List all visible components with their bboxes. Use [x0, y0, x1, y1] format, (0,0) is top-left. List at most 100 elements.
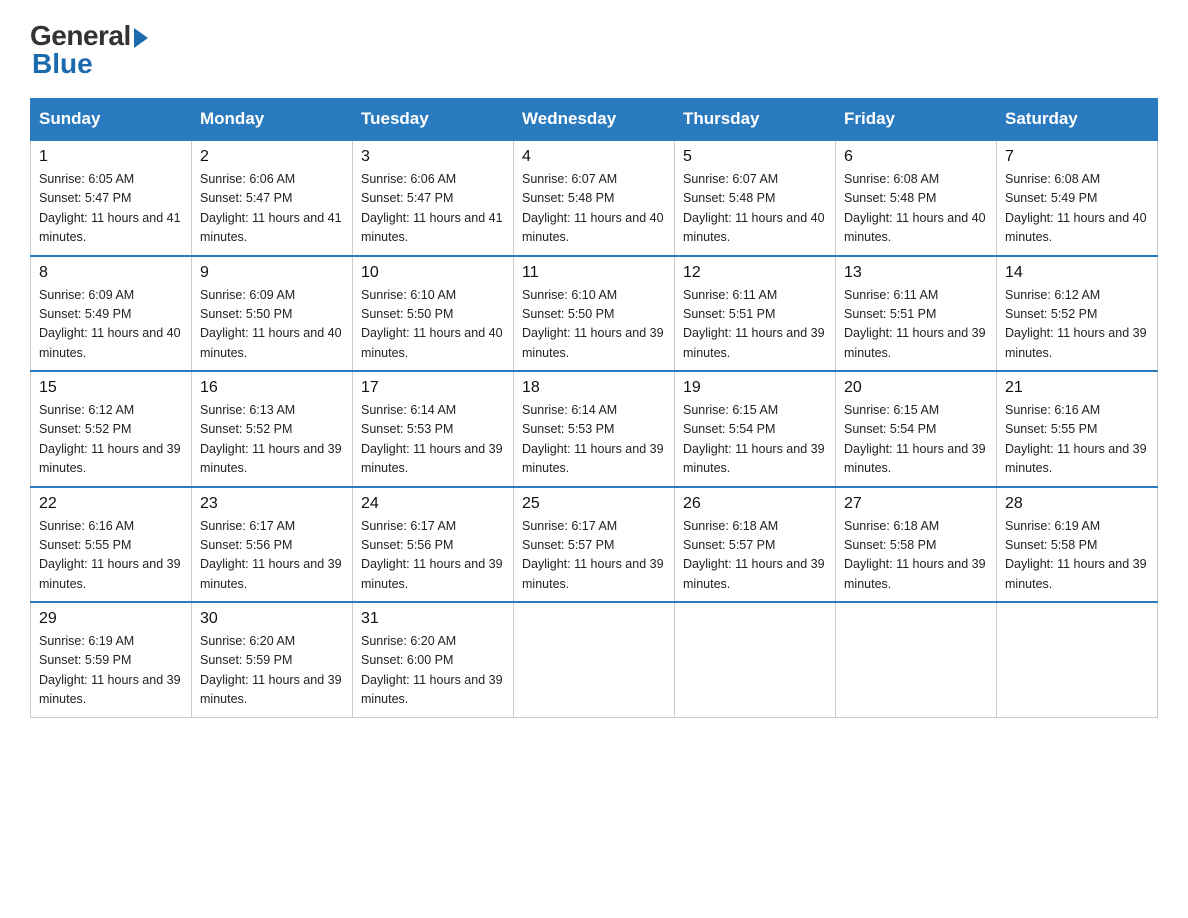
- day-info: Sunrise: 6:06 AMSunset: 5:47 PMDaylight:…: [200, 170, 344, 248]
- calendar-cell: 28 Sunrise: 6:19 AMSunset: 5:58 PMDayligh…: [997, 487, 1158, 603]
- day-info: Sunrise: 6:16 AMSunset: 5:55 PMDaylight:…: [1005, 401, 1149, 479]
- calendar-cell: [997, 602, 1158, 717]
- calendar-cell: 24Sunrise: 6:17 AMSunset: 5:56 PMDayligh…: [353, 487, 514, 603]
- calendar-cell: 12 Sunrise: 6:11 AMSunset: 5:51 PMDayligh…: [675, 256, 836, 372]
- calendar-cell: 5 Sunrise: 6:07 AMSunset: 5:48 PMDaylight…: [675, 140, 836, 256]
- day-info: Sunrise: 6:20 AMSunset: 6:00 PMDaylight:…: [361, 632, 505, 710]
- day-number: 27: [844, 495, 988, 513]
- calendar-cell: 26Sunrise: 6:18 AMSunset: 5:57 PMDayligh…: [675, 487, 836, 603]
- calendar-header-tuesday: Tuesday: [353, 99, 514, 141]
- day-info: Sunrise: 6:17 AMSunset: 5:57 PMDaylight:…: [522, 517, 666, 595]
- day-number: 30: [200, 610, 344, 628]
- day-info: Sunrise: 6:18 AMSunset: 5:58 PMDaylight:…: [844, 517, 988, 595]
- day-info: Sunrise: 6:08 AMSunset: 5:48 PMDaylight:…: [844, 170, 988, 248]
- day-info: Sunrise: 6:11 AMSunset: 5:51 PMDaylight:…: [844, 286, 988, 364]
- calendar-cell: 16Sunrise: 6:13 AMSunset: 5:52 PMDayligh…: [192, 371, 353, 487]
- day-info: Sunrise: 6:17 AMSunset: 5:56 PMDaylight:…: [200, 517, 344, 595]
- day-info: Sunrise: 6:08 AMSunset: 5:49 PMDaylight:…: [1005, 170, 1149, 248]
- calendar-cell: 18Sunrise: 6:14 AMSunset: 5:53 PMDayligh…: [514, 371, 675, 487]
- day-number: 31: [361, 610, 505, 628]
- day-number: 12: [683, 264, 827, 282]
- day-number: 19: [683, 379, 827, 397]
- calendar-header-friday: Friday: [836, 99, 997, 141]
- calendar-cell: 27 Sunrise: 6:18 AMSunset: 5:58 PMDayligh…: [836, 487, 997, 603]
- calendar-table: SundayMondayTuesdayWednesdayThursdayFrid…: [30, 98, 1158, 718]
- day-info: Sunrise: 6:12 AMSunset: 5:52 PMDaylight:…: [39, 401, 183, 479]
- day-number: 7: [1005, 148, 1149, 166]
- day-info: Sunrise: 6:06 AMSunset: 5:47 PMDaylight:…: [361, 170, 505, 248]
- day-number: 5: [683, 148, 827, 166]
- day-number: 23: [200, 495, 344, 513]
- day-number: 6: [844, 148, 988, 166]
- day-info: Sunrise: 6:07 AMSunset: 5:48 PMDaylight:…: [522, 170, 666, 248]
- calendar-header-saturday: Saturday: [997, 99, 1158, 141]
- day-info: Sunrise: 6:09 AMSunset: 5:49 PMDaylight:…: [39, 286, 183, 364]
- day-number: 3: [361, 148, 505, 166]
- day-number: 15: [39, 379, 183, 397]
- calendar-cell: 1Sunrise: 6:05 AMSunset: 5:47 PMDaylight…: [31, 140, 192, 256]
- calendar-cell: 30 Sunrise: 6:20 AMSunset: 5:59 PMDayligh…: [192, 602, 353, 717]
- calendar-cell: 21 Sunrise: 6:16 AMSunset: 5:55 PMDayligh…: [997, 371, 1158, 487]
- calendar-cell: 29 Sunrise: 6:19 AMSunset: 5:59 PMDayligh…: [31, 602, 192, 717]
- calendar-header-monday: Monday: [192, 99, 353, 141]
- calendar-header-thursday: Thursday: [675, 99, 836, 141]
- logo-arrow-icon: [134, 28, 148, 48]
- day-info: Sunrise: 6:15 AMSunset: 5:54 PMDaylight:…: [683, 401, 827, 479]
- day-number: 8: [39, 264, 183, 282]
- calendar-cell: 6 Sunrise: 6:08 AMSunset: 5:48 PMDaylight…: [836, 140, 997, 256]
- calendar-cell: 14Sunrise: 6:12 AMSunset: 5:52 PMDayligh…: [997, 256, 1158, 372]
- day-number: 2: [200, 148, 344, 166]
- calendar-cell: 19 Sunrise: 6:15 AMSunset: 5:54 PMDayligh…: [675, 371, 836, 487]
- calendar-cell: 23 Sunrise: 6:17 AMSunset: 5:56 PMDayligh…: [192, 487, 353, 603]
- calendar-week-row: 15 Sunrise: 6:12 AMSunset: 5:52 PMDayligh…: [31, 371, 1158, 487]
- day-info: Sunrise: 6:19 AMSunset: 5:58 PMDaylight:…: [1005, 517, 1149, 595]
- calendar-cell: 4 Sunrise: 6:07 AMSunset: 5:48 PMDaylight…: [514, 140, 675, 256]
- day-number: 4: [522, 148, 666, 166]
- day-info: Sunrise: 6:20 AMSunset: 5:59 PMDaylight:…: [200, 632, 344, 710]
- day-number: 14: [1005, 264, 1149, 282]
- day-number: 29: [39, 610, 183, 628]
- day-number: 9: [200, 264, 344, 282]
- calendar-cell: 20Sunrise: 6:15 AMSunset: 5:54 PMDayligh…: [836, 371, 997, 487]
- day-info: Sunrise: 6:11 AMSunset: 5:51 PMDaylight:…: [683, 286, 827, 364]
- calendar-cell: [836, 602, 997, 717]
- calendar-cell: [675, 602, 836, 717]
- day-info: Sunrise: 6:10 AMSunset: 5:50 PMDaylight:…: [361, 286, 505, 364]
- day-number: 25: [522, 495, 666, 513]
- calendar-header-sunday: Sunday: [31, 99, 192, 141]
- calendar-cell: 10 Sunrise: 6:10 AMSunset: 5:50 PMDayligh…: [353, 256, 514, 372]
- page-header: General Blue: [30, 20, 1158, 80]
- day-info: Sunrise: 6:15 AMSunset: 5:54 PMDaylight:…: [844, 401, 988, 479]
- calendar-week-row: 1Sunrise: 6:05 AMSunset: 5:47 PMDaylight…: [31, 140, 1158, 256]
- calendar-week-row: 22Sunrise: 6:16 AMSunset: 5:55 PMDayligh…: [31, 487, 1158, 603]
- calendar-cell: 25 Sunrise: 6:17 AMSunset: 5:57 PMDayligh…: [514, 487, 675, 603]
- day-number: 28: [1005, 495, 1149, 513]
- day-number: 1: [39, 148, 183, 166]
- day-info: Sunrise: 6:17 AMSunset: 5:56 PMDaylight:…: [361, 517, 505, 595]
- calendar-cell: [514, 602, 675, 717]
- day-info: Sunrise: 6:18 AMSunset: 5:57 PMDaylight:…: [683, 517, 827, 595]
- calendar-cell: 17 Sunrise: 6:14 AMSunset: 5:53 PMDayligh…: [353, 371, 514, 487]
- calendar-cell: 31 Sunrise: 6:20 AMSunset: 6:00 PMDayligh…: [353, 602, 514, 717]
- day-number: 17: [361, 379, 505, 397]
- calendar-header-row: SundayMondayTuesdayWednesdayThursdayFrid…: [31, 99, 1158, 141]
- day-info: Sunrise: 6:19 AMSunset: 5:59 PMDaylight:…: [39, 632, 183, 710]
- day-number: 10: [361, 264, 505, 282]
- day-number: 13: [844, 264, 988, 282]
- day-info: Sunrise: 6:07 AMSunset: 5:48 PMDaylight:…: [683, 170, 827, 248]
- calendar-cell: 7 Sunrise: 6:08 AMSunset: 5:49 PMDaylight…: [997, 140, 1158, 256]
- day-info: Sunrise: 6:13 AMSunset: 5:52 PMDaylight:…: [200, 401, 344, 479]
- calendar-cell: 15 Sunrise: 6:12 AMSunset: 5:52 PMDayligh…: [31, 371, 192, 487]
- logo-blue-text: Blue: [32, 48, 93, 80]
- day-number: 18: [522, 379, 666, 397]
- day-info: Sunrise: 6:10 AMSunset: 5:50 PMDaylight:…: [522, 286, 666, 364]
- calendar-cell: 2 Sunrise: 6:06 AMSunset: 5:47 PMDaylight…: [192, 140, 353, 256]
- calendar-cell: 3 Sunrise: 6:06 AMSunset: 5:47 PMDaylight…: [353, 140, 514, 256]
- calendar-cell: 22Sunrise: 6:16 AMSunset: 5:55 PMDayligh…: [31, 487, 192, 603]
- calendar-week-row: 29 Sunrise: 6:19 AMSunset: 5:59 PMDayligh…: [31, 602, 1158, 717]
- day-number: 11: [522, 264, 666, 282]
- calendar-cell: 8 Sunrise: 6:09 AMSunset: 5:49 PMDaylight…: [31, 256, 192, 372]
- day-number: 21: [1005, 379, 1149, 397]
- day-info: Sunrise: 6:14 AMSunset: 5:53 PMDaylight:…: [361, 401, 505, 479]
- logo: General Blue: [30, 20, 148, 80]
